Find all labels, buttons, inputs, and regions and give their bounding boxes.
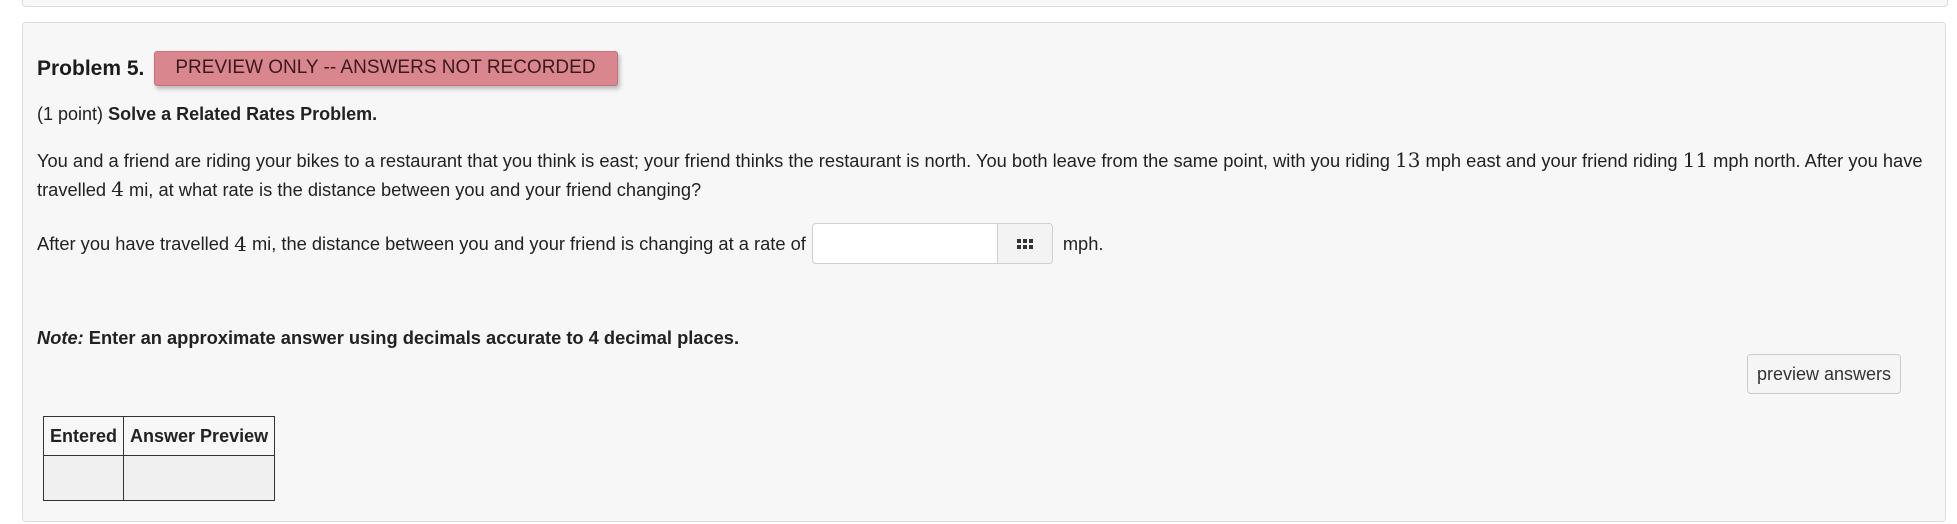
answer-unit: mph.	[1062, 232, 1104, 254]
note-line: Note: Enter an approximate answer using …	[37, 327, 739, 349]
grid-icon	[1016, 238, 1033, 249]
problem-heading: Solve a Related Rates Problem.	[108, 104, 378, 124]
speed-friend-value: 11	[1682, 148, 1709, 172]
points-label: (1 point)	[37, 104, 104, 124]
table-header-row: Entered Answer Preview	[42, 416, 276, 456]
problem-title: Problem 5.	[37, 56, 145, 80]
note-text: Enter an approximate answer using decima…	[83, 327, 740, 348]
statement-text-1: You and a friend are riding your bikes t…	[37, 150, 1395, 171]
problem-panel: Problem 5. PREVIEW ONLY -- ANSWERS NOT R…	[22, 22, 1946, 522]
preview-answers-button[interactable]: preview answers	[1747, 354, 1901, 394]
column-header-answer-preview: Answer Preview	[123, 416, 276, 456]
answer-input[interactable]	[812, 224, 997, 263]
entered-cell	[42, 455, 125, 501]
table-row	[42, 455, 276, 501]
column-header-entered: Entered	[42, 416, 125, 456]
answer-middle-text: mi, the distance between you and your fr…	[246, 232, 806, 254]
problem-header: Problem 5. PREVIEW ONLY -- ANSWERS NOT R…	[37, 51, 618, 86]
answer-input-group	[811, 223, 1053, 264]
previous-problem-panel	[22, 0, 1948, 7]
note-label: Note:	[37, 327, 84, 348]
preview-only-badge: PREVIEW ONLY -- ANSWERS NOT RECORDED	[154, 51, 618, 86]
answer-distance-value: 4	[234, 231, 247, 256]
distance-value: 4	[111, 177, 124, 201]
answer-preview-cell	[123, 455, 276, 501]
statement-text-2: mph east and your friend riding	[1420, 150, 1683, 171]
problem-points-line: (1 point) Solve a Related Rates Problem.	[37, 104, 377, 125]
statement-text-4: mi, at what rate is the distance between…	[123, 179, 702, 200]
equation-editor-button[interactable]	[996, 224, 1052, 263]
answer-prefix: After you have travelled	[37, 232, 235, 254]
answer-results-table: Entered Answer Preview	[42, 416, 276, 501]
answer-line: After you have travelled 4 mi, the dista…	[37, 223, 1103, 264]
speed-you-value: 13	[1395, 148, 1421, 172]
problem-statement: You and a friend are riding your bikes t…	[37, 146, 1932, 204]
